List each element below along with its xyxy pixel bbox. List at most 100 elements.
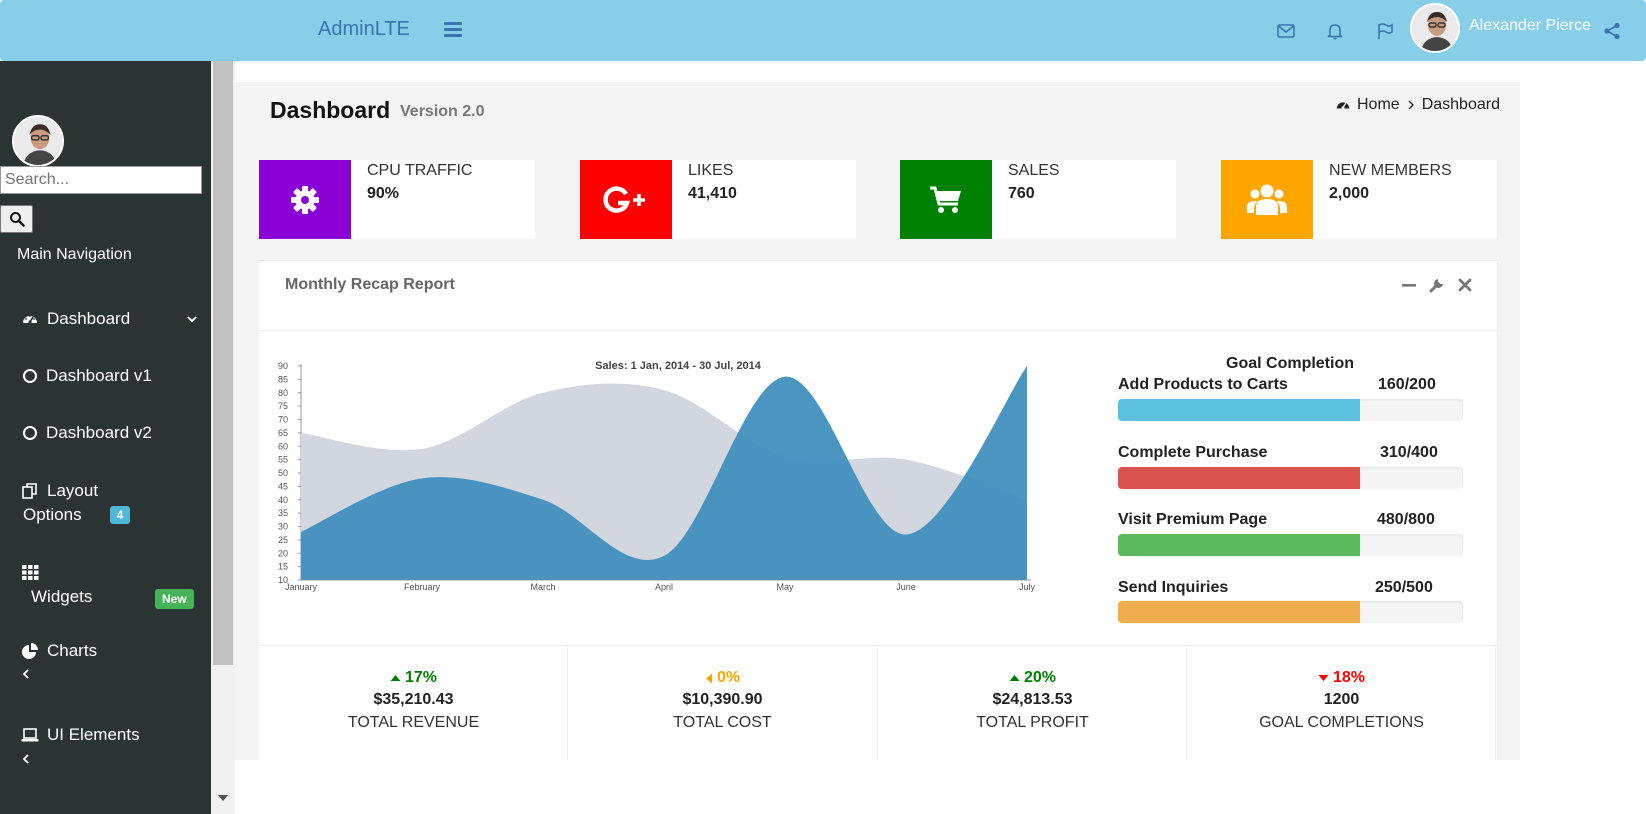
info-box-value: 760: [1008, 185, 1035, 202]
sidebar-toggle-icon[interactable]: [444, 22, 462, 38]
sidebar-scrollbar-thumb[interactable]: [213, 61, 233, 665]
chart-y-ticks: 1015202530354045505560657075808590: [278, 361, 301, 585]
search-icon: [9, 212, 25, 227]
brand-logo[interactable]: AdminLTE: [318, 18, 410, 41]
pie-chart-icon: [22, 643, 38, 659]
close-icon[interactable]: [1456, 276, 1474, 294]
goal-label: Visit Premium Page: [1118, 511, 1268, 528]
description-amount: $35,210.43: [373, 691, 454, 708]
y-tick-label: 50: [278, 468, 288, 478]
sidebar-item-label: Dashboard: [47, 309, 131, 328]
y-tick-label: 40: [278, 495, 288, 505]
y-tick-label: 75: [278, 401, 288, 411]
y-tick-label: 20: [278, 548, 288, 558]
goal-progress-bar: [1118, 467, 1463, 489]
sidebar-item-dashboard-v2[interactable]: Dashboard v2: [23, 423, 152, 443]
x-tick-label: June: [896, 582, 916, 592]
info-box-label: SALES: [1008, 162, 1060, 179]
description-label: TOTAL REVENUE: [347, 714, 480, 731]
th-grid-icon: [22, 565, 39, 580]
envelope-icon[interactable]: [1276, 21, 1296, 41]
caret-up-icon: [390, 675, 401, 681]
description-label: TOTAL PROFIT: [976, 714, 1089, 731]
sidebar-item-label: Charts: [47, 641, 98, 660]
goal-value: 160/200: [1378, 376, 1436, 393]
y-tick-label: 90: [278, 361, 288, 371]
chevron-left-icon: [22, 754, 29, 764]
user-avatar[interactable]: [1410, 3, 1460, 53]
x-tick-label: July: [1019, 582, 1036, 592]
dashboard-icon: [23, 315, 37, 324]
x-tick-label: February: [404, 582, 441, 592]
top-header: AdminLTE Alexander Pierce: [0, 0, 1646, 61]
y-tick-label: 65: [278, 428, 288, 438]
sidebar-search-input[interactable]: [0, 166, 202, 194]
breadcrumb-home-link[interactable]: Home: [1357, 96, 1400, 114]
users-icon: [1247, 184, 1287, 215]
info-box-icon-bg: [259, 160, 351, 239]
box-title: Monthly Recap Report: [285, 276, 455, 293]
breadcrumb-current: Dashboard: [1421, 96, 1500, 113]
widgets-new-badge: New: [155, 589, 194, 609]
layout-count-badge: 4: [109, 506, 131, 524]
chart-x-ticks: January February March April May June July: [285, 582, 1036, 592]
sidebar-search-button[interactable]: [0, 205, 33, 233]
laptop-icon: [21, 728, 39, 742]
y-tick-label: 60: [278, 441, 288, 451]
description-block-profit: 20% $24,813.53 TOTAL PROFIT: [878, 669, 1187, 732]
info-box-sales: SALES 760: [900, 160, 1176, 239]
sidebar-item-charts[interactable]: Charts: [21, 641, 201, 701]
y-tick-label: 70: [278, 415, 288, 425]
info-box-new-members: NEW MEMBERS 2,000: [1221, 160, 1497, 239]
description-label: TOTAL COST: [673, 714, 772, 731]
info-box-icon-bg: [580, 160, 672, 239]
user-name[interactable]: Alexander Pierce: [1469, 17, 1591, 35]
nav-header: Main Navigation: [17, 246, 132, 263]
wrench-icon[interactable]: [1428, 276, 1446, 294]
info-box-value: 2,000: [1329, 185, 1370, 202]
goal-label: Send Inquiries: [1118, 579, 1229, 596]
y-tick-label: 25: [278, 535, 288, 545]
sidebar-item-dashboard-v1[interactable]: Dashboard v1: [23, 366, 152, 386]
bell-icon[interactable]: [1325, 21, 1345, 41]
sidebar-item-dashboard[interactable]: Dashboard: [21, 309, 201, 329]
y-tick-label: 80: [278, 388, 288, 398]
info-box-icon-bg: [900, 160, 992, 239]
caret-down-icon: [1318, 675, 1329, 681]
caret-up-icon: [1009, 675, 1020, 681]
sidebar-item-label: Dashboard v1: [46, 366, 152, 385]
sidebar-item-layout-options[interactable]: Layout Options 4: [21, 481, 201, 541]
google-plus-icon: [603, 185, 645, 213]
sidebar-user-avatar: [12, 115, 64, 167]
sidebar-item-ui-elements[interactable]: UI Elements: [21, 725, 201, 785]
info-box-label: NEW MEMBERS: [1329, 162, 1452, 179]
chevron-down-icon: [187, 316, 197, 323]
flag-icon[interactable]: [1375, 21, 1395, 41]
goal-progress-fill: [1118, 399, 1360, 421]
y-tick-label: 35: [278, 508, 288, 518]
description-amount: $10,390.90: [682, 691, 763, 708]
description-percentage: 0%: [568, 669, 877, 687]
goal-completion-title: Goal Completion: [1226, 355, 1354, 372]
description-percentage-text: 0%: [716, 669, 741, 686]
sidebar-item-widgets[interactable]: Widgets New: [21, 561, 201, 621]
sidebar-item-label: Widgets: [31, 587, 93, 606]
description-percentage: 17%: [259, 669, 568, 687]
minus-icon[interactable]: [1400, 276, 1418, 294]
sidebar-item-label: UI Elements: [47, 725, 140, 744]
y-tick-label: 85: [278, 374, 288, 384]
description-amount: 1200: [1323, 691, 1360, 708]
page-title: Dashboard: [270, 97, 391, 123]
share-icon[interactable]: [1602, 21, 1622, 41]
breadcrumb: Home Dashboard: [1335, 96, 1500, 114]
sidebar-item-label: Dashboard v2: [46, 423, 152, 442]
box-header-divider: [259, 330, 1497, 331]
dashboard-icon: [1336, 102, 1350, 110]
description-percentage-text: 20%: [1023, 669, 1057, 686]
caret-left-icon: [705, 673, 712, 683]
box-footer-divider: [259, 645, 1497, 646]
y-tick-label: 15: [278, 562, 288, 572]
scroll-down-arrow-icon[interactable]: [217, 793, 229, 803]
goal-label: Complete Purchase: [1118, 444, 1268, 461]
description-label: GOAL COMPLETIONS: [1259, 714, 1424, 731]
